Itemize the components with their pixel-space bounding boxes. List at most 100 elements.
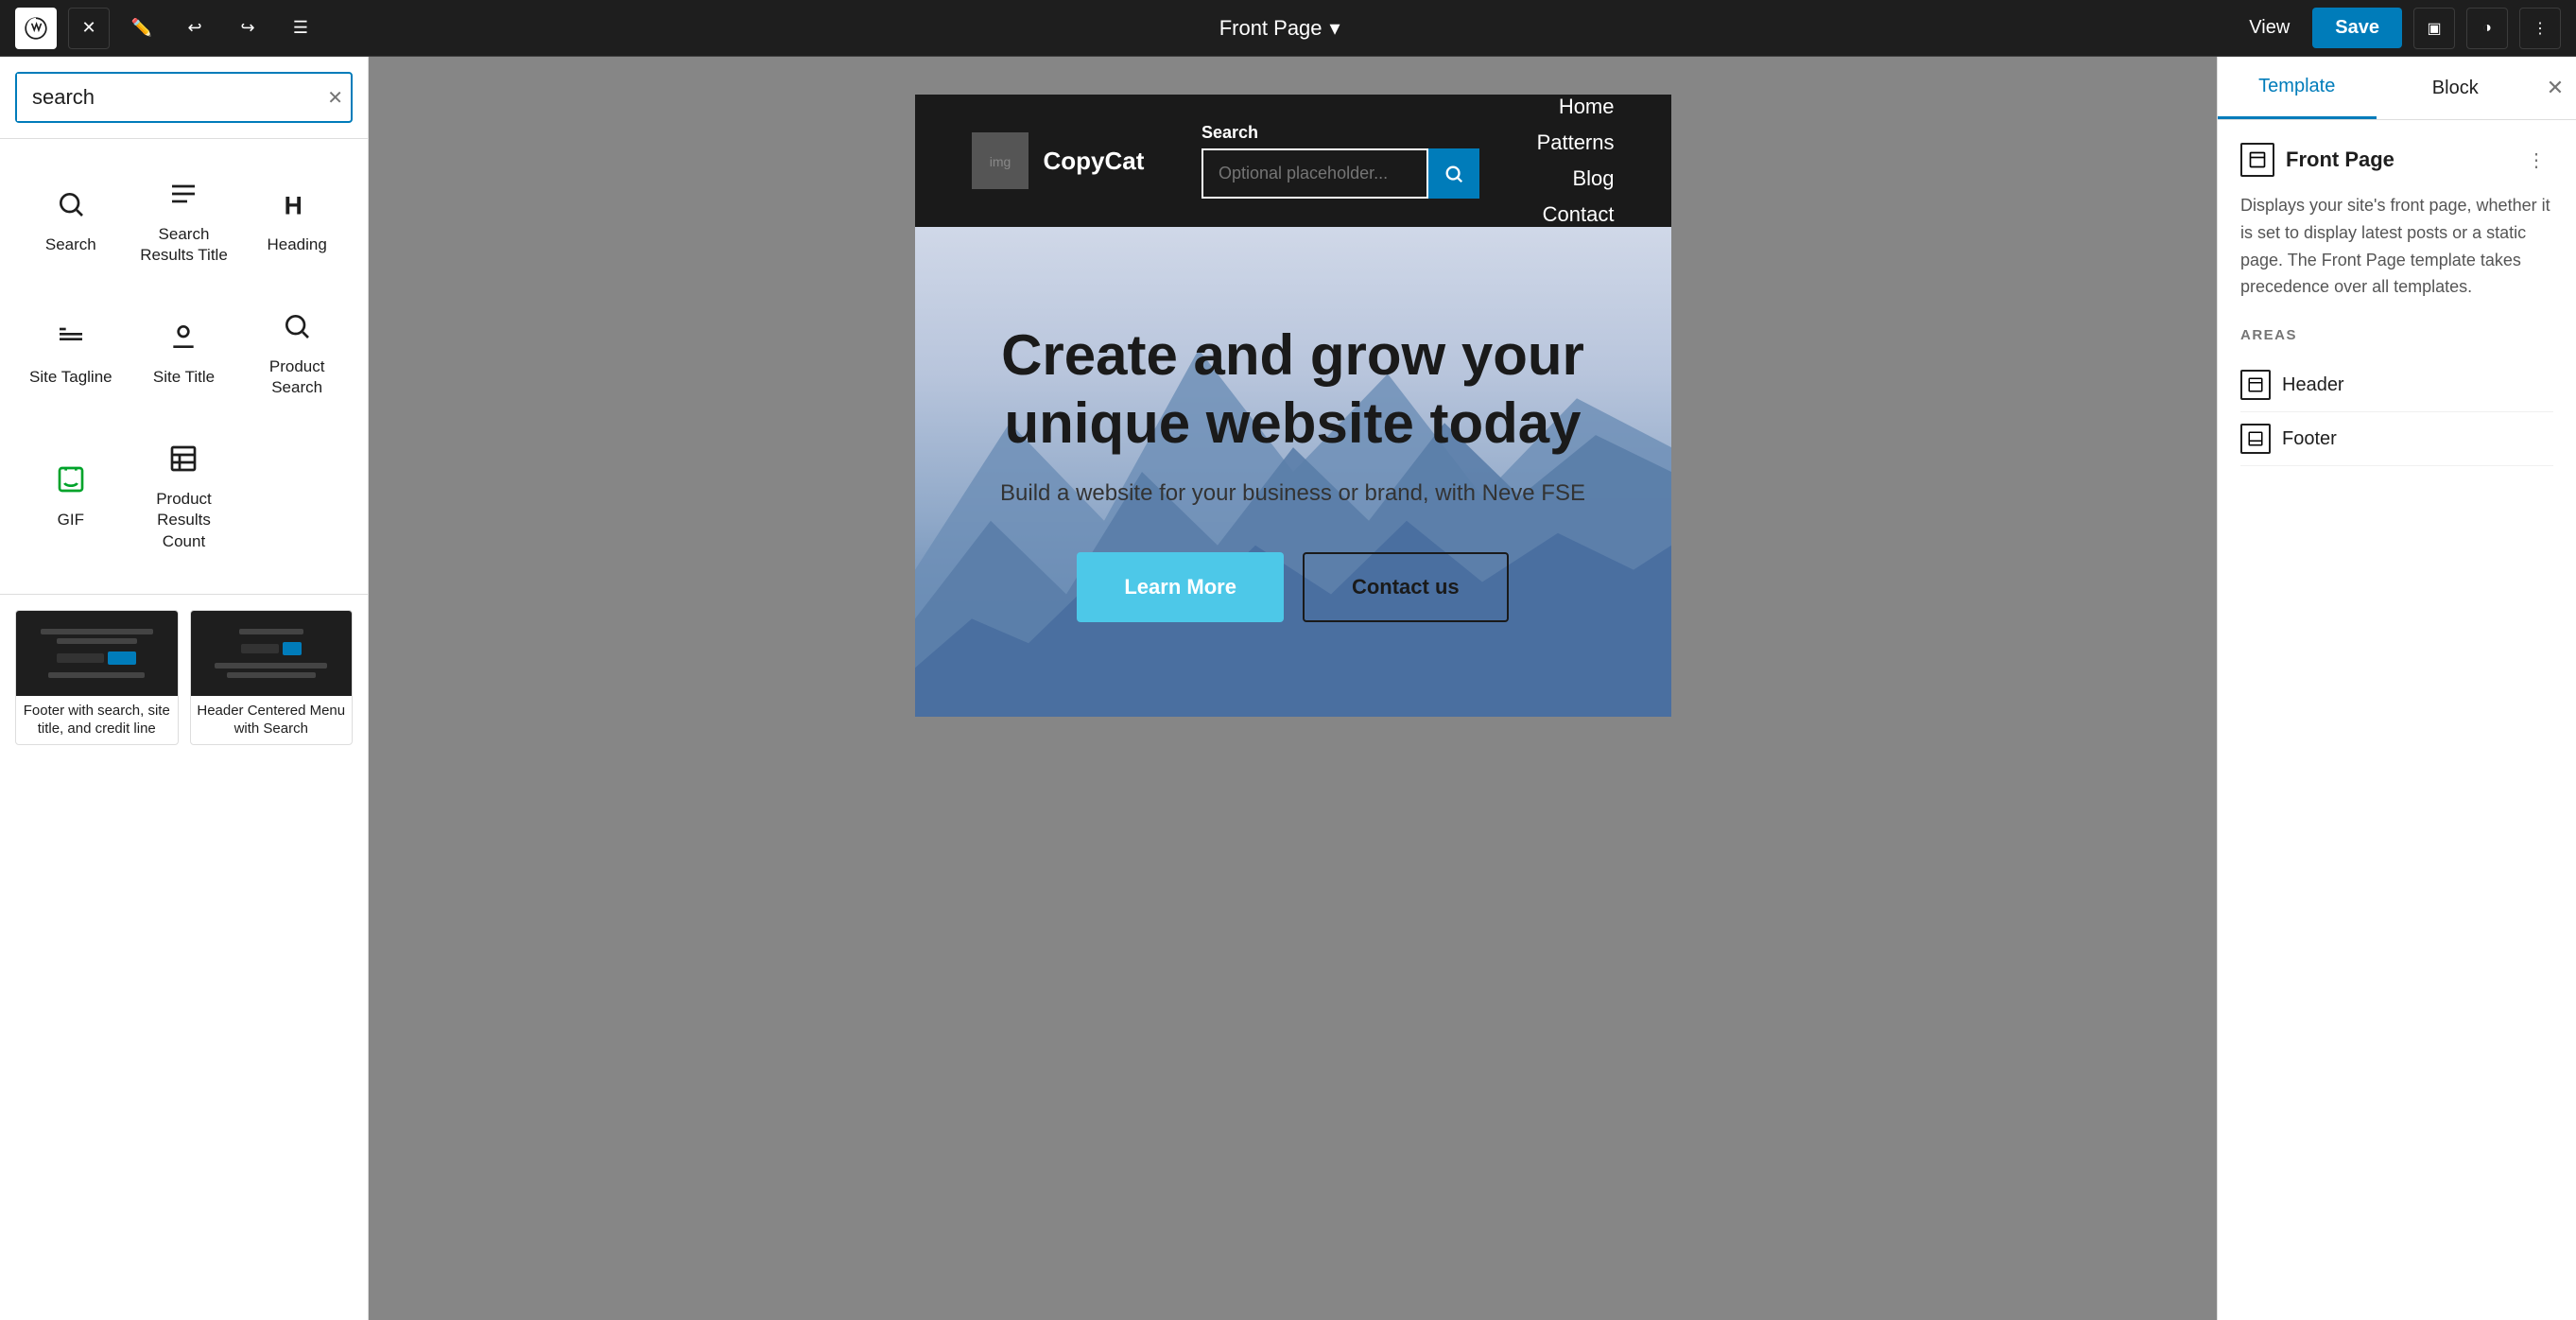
site-search-label: Search: [1202, 123, 1479, 143]
save-button[interactable]: Save: [2312, 8, 2402, 48]
hero-title: Create and grow your unique website toda…: [972, 321, 1615, 458]
chevron-down-icon: ▾: [1330, 16, 1340, 41]
pattern-card-header-centered[interactable]: Header Centered Menu with Search: [190, 610, 354, 745]
block-item-search[interactable]: Search: [15, 154, 127, 285]
heading-block-icon: H: [276, 183, 318, 225]
site-name: CopyCat: [1044, 147, 1145, 176]
hero-subtitle: Build a website for your business or bra…: [972, 480, 1615, 507]
topbar-right: View Save ▣ ◑ ⋮: [2238, 8, 2561, 49]
svg-text:img: img: [989, 154, 1011, 169]
patterns-section: Footer with search, site title, and cred…: [0, 602, 368, 753]
pattern-card-footer-search[interactable]: Footer with search, site title, and cred…: [15, 610, 179, 745]
options-button[interactable]: ⋮: [2519, 8, 2561, 49]
block-item-gif[interactable]: GIF: [15, 419, 127, 570]
canvas-frame: img CopyCat Search Home Patterns: [915, 95, 1671, 717]
pattern-thumb-footer: [16, 611, 178, 696]
block-item-heading[interactable]: H Heading: [241, 154, 353, 285]
block-search-box: ✕: [0, 57, 368, 139]
site-logo-area: img CopyCat: [972, 132, 1145, 189]
contrast-icon-button[interactable]: ◑: [2466, 8, 2508, 49]
page-title-text: Front Page: [1219, 16, 1323, 41]
nav-blog[interactable]: Blog: [1572, 166, 1614, 191]
area-item-footer[interactable]: Footer: [2240, 412, 2553, 466]
nav-home[interactable]: Home: [1559, 95, 1615, 119]
pattern-footer-label: Footer with search, site title, and cred…: [16, 696, 178, 744]
panel-divider: [0, 594, 368, 595]
svg-text:H: H: [285, 192, 303, 219]
product-search-label: Product Search: [249, 356, 345, 398]
topbar: ✕ ✏️ ↩ ↪ ☰ Front Page ▾ View Save ▣ ◑ ⋮: [0, 0, 2576, 57]
pattern-thumbnails: Footer with search, site title, and cred…: [15, 610, 353, 745]
product-results-count-icon: [163, 438, 204, 479]
nav-contact[interactable]: Contact: [1543, 202, 1615, 227]
contact-us-button[interactable]: Contact us: [1303, 552, 1509, 622]
block-item-site-tagline[interactable]: Site Tagline: [15, 287, 127, 417]
site-title-label: Site Title: [153, 367, 215, 388]
close-button[interactable]: ✕: [68, 8, 110, 49]
product-search-icon: [276, 305, 318, 347]
search-results-title-label: Search Results Title: [136, 224, 233, 266]
site-search-input[interactable]: [1202, 148, 1428, 199]
tab-template[interactable]: Template: [2218, 57, 2377, 119]
pencil-icon[interactable]: ✏️: [121, 8, 163, 49]
footer-area-label: Footer: [2282, 428, 2337, 450]
right-panel-close-button[interactable]: ✕: [2534, 57, 2576, 119]
site-tagline-label: Site Tagline: [29, 367, 112, 388]
block-item-search-results-title[interactable]: Search Results Title: [129, 154, 240, 285]
block-item-product-results-count[interactable]: Product Results Count: [129, 419, 240, 570]
view-button[interactable]: View: [2238, 9, 2301, 46]
template-title: Front Page: [2286, 148, 2508, 172]
topbar-center: Front Page ▾: [333, 16, 2226, 41]
pattern-thumb-header: [191, 611, 353, 696]
canvas-area: img CopyCat Search Home Patterns: [369, 57, 2217, 1320]
list-view-button[interactable]: ☰: [280, 8, 321, 49]
hero-section: Create and grow your unique website toda…: [915, 227, 1671, 717]
block-search-input[interactable]: [17, 74, 320, 121]
hero-buttons: Learn More Contact us: [972, 552, 1615, 622]
site-search-row: [1202, 148, 1479, 199]
learn-more-button[interactable]: Learn More: [1077, 552, 1284, 622]
site-search-area: Search: [1202, 123, 1479, 199]
template-more-button[interactable]: ⋮: [2519, 143, 2553, 177]
undo-button[interactable]: ↩: [174, 8, 216, 49]
block-item-product-search[interactable]: Product Search: [241, 287, 353, 417]
blocks-grid: Search Search Results Title H Heading: [0, 139, 368, 586]
pattern-header-label: Header Centered Menu with Search: [191, 696, 353, 744]
site-tagline-icon: [50, 316, 92, 357]
main-area: ✕ Search Search Results Title H: [0, 57, 2576, 1320]
page-title-button[interactable]: Front Page ▾: [1219, 16, 1340, 41]
search-clear-button[interactable]: ✕: [320, 78, 351, 117]
site-nav: Home Patterns Blog Contact: [1537, 95, 1615, 227]
tab-block[interactable]: Block: [2377, 57, 2535, 119]
site-search-button[interactable]: [1428, 148, 1479, 199]
heading-block-label: Heading: [267, 234, 326, 255]
hero-content: Create and grow your unique website toda…: [972, 321, 1615, 622]
wp-logo: [15, 8, 57, 49]
area-item-header[interactable]: Header: [2240, 358, 2553, 412]
search-results-title-icon: [163, 173, 204, 215]
template-header: Front Page ⋮: [2240, 143, 2553, 177]
block-item-site-title[interactable]: Site Title: [129, 287, 240, 417]
header-area-label: Header: [2282, 374, 2344, 396]
template-description: Displays your site's front page, whether…: [2240, 192, 2553, 301]
header-area-icon: [2240, 370, 2271, 400]
site-header: img CopyCat Search Home Patterns: [915, 95, 1671, 227]
search-input-wrapper: ✕: [15, 72, 353, 123]
footer-area-icon: [2240, 424, 2271, 454]
search-block-icon: [50, 183, 92, 225]
layout-icon-button[interactable]: ▣: [2413, 8, 2455, 49]
gif-icon: [50, 459, 92, 500]
site-title-icon: [163, 316, 204, 357]
right-panel-tabs: Template Block ✕: [2218, 57, 2576, 120]
redo-button[interactable]: ↪: [227, 8, 268, 49]
left-panel: ✕ Search Search Results Title H: [0, 57, 369, 1320]
product-results-count-label: Product Results Count: [136, 489, 233, 551]
search-block-label: Search: [45, 234, 96, 255]
right-panel-content: Front Page ⋮ Displays your site's front …: [2218, 120, 2576, 1320]
areas-label: AREAS: [2240, 327, 2553, 343]
nav-patterns[interactable]: Patterns: [1537, 130, 1615, 155]
right-panel: Template Block ✕ Front Page ⋮ Displays y…: [2217, 57, 2576, 1320]
site-logo-box: img: [972, 132, 1029, 189]
gif-block-label: GIF: [58, 510, 84, 530]
template-icon: [2240, 143, 2274, 177]
